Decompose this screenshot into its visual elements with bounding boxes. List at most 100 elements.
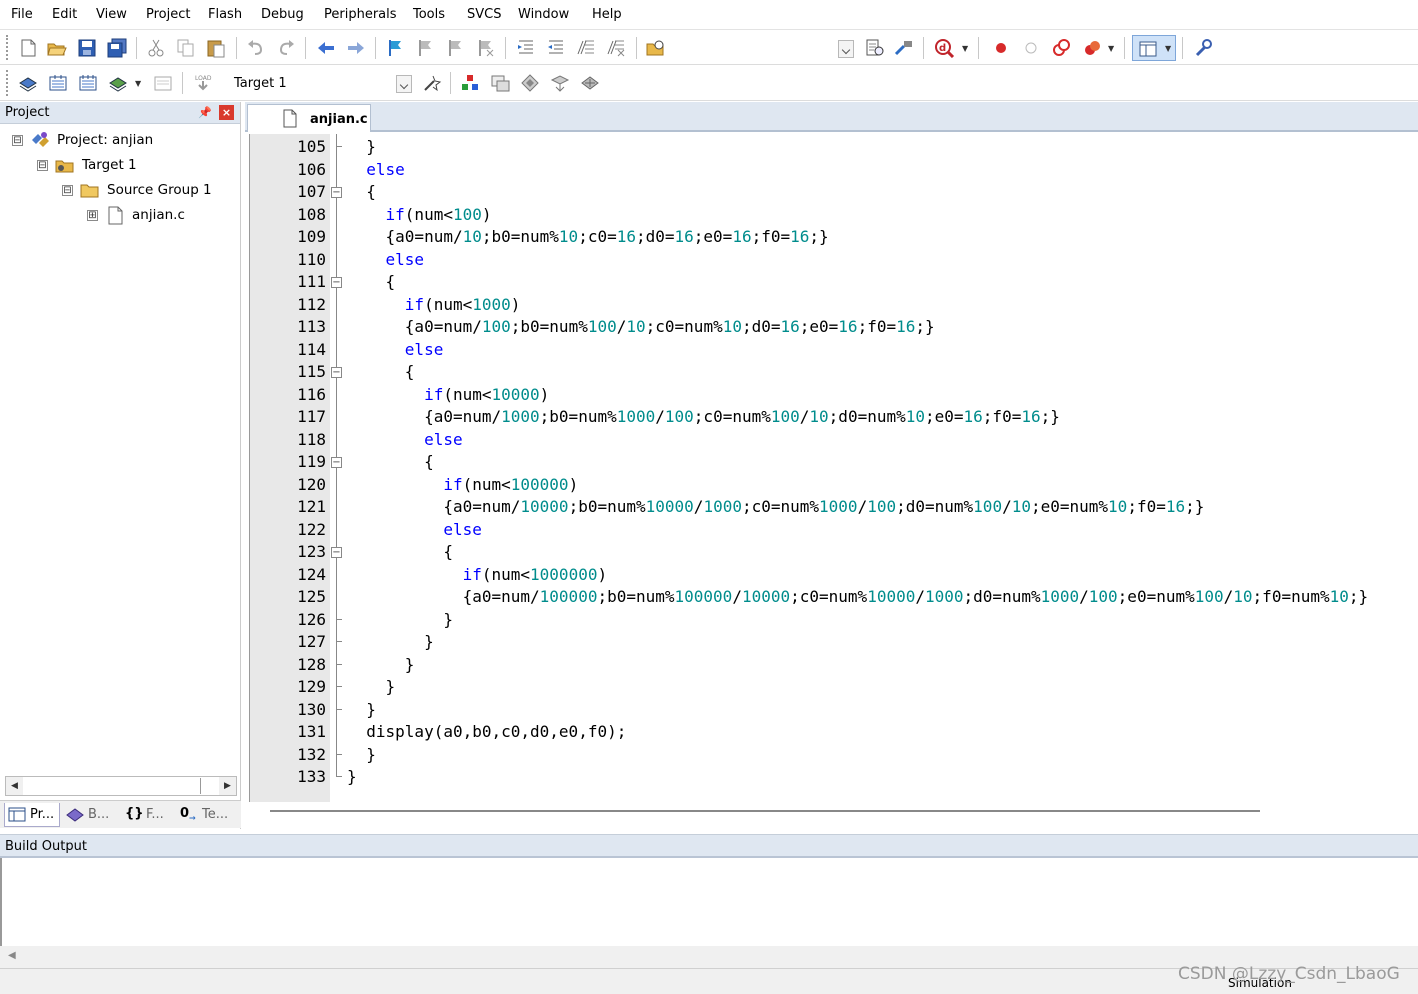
new-file-icon[interactable] (17, 38, 39, 58)
stop-build-icon[interactable] (152, 73, 174, 93)
breakpoint-dropdown-arrow[interactable]: ▼ (1108, 44, 1114, 53)
redo-icon[interactable] (275, 38, 297, 58)
configure-wrench-icon[interactable] (1192, 38, 1214, 58)
code-line[interactable]: if(num<1000000) (347, 564, 608, 586)
menu-svcs[interactable]: SVCS (467, 7, 501, 23)
window-layout-button[interactable]: ▼ (1132, 35, 1176, 61)
code-line[interactable]: { (347, 181, 376, 203)
menu-tools[interactable]: Tools (413, 7, 445, 23)
incremental-find-icon[interactable] (864, 38, 886, 58)
bookmark-clear-icon[interactable] (475, 38, 497, 58)
comment-icon[interactable] (575, 38, 597, 58)
select-software-packs-icon[interactable] (519, 73, 541, 93)
fold-collapse-icon[interactable]: − (331, 457, 342, 468)
bookmark-set-icon[interactable] (385, 38, 407, 58)
code-line[interactable]: {a0=num/100000;b0=num%100000/10000;c0=nu… (347, 586, 1369, 608)
code-line[interactable]: if(num<100) (347, 204, 492, 226)
code-line[interactable]: else (347, 249, 425, 271)
code-line[interactable]: } (347, 699, 376, 721)
save-icon[interactable] (76, 38, 98, 58)
code-line[interactable]: if(num<1000) (347, 294, 521, 316)
debug-session-icon[interactable]: d (933, 38, 955, 58)
menu-window[interactable]: Window (518, 7, 569, 23)
scroll-left-icon[interactable]: ◀ (8, 950, 16, 961)
bookmark-prev-icon[interactable] (415, 38, 437, 58)
expand-icon[interactable]: ⊞ (87, 210, 98, 221)
code-line[interactable]: else (347, 159, 405, 181)
menu-debug[interactable]: Debug (261, 7, 304, 23)
debug-dropdown-arrow[interactable]: ▼ (962, 44, 968, 53)
menu-view[interactable]: View (96, 7, 127, 23)
scroll-right-icon[interactable]: ▶ (219, 777, 236, 795)
paste-icon[interactable] (205, 38, 227, 58)
code-line[interactable]: { (347, 451, 434, 473)
code-line[interactable]: } (347, 631, 434, 653)
unindent-icon[interactable] (545, 38, 567, 58)
close-icon[interactable]: × (219, 105, 234, 120)
menu-flash[interactable]: Flash (208, 7, 242, 23)
code-line[interactable]: {a0=num/100;b0=num%100/10;c0=num%10;d0=1… (347, 316, 935, 338)
tab-functions[interactable]: {} F... (122, 803, 174, 827)
find-combo-dropdown[interactable] (838, 40, 854, 58)
breakpoint-icon[interactable] (990, 38, 1012, 58)
manage-rte-icon[interactable] (489, 73, 511, 93)
toolbar-grip-2[interactable] (6, 70, 10, 96)
batch-build-icon[interactable] (107, 73, 129, 93)
target-dropdown-arrow[interactable] (396, 75, 412, 93)
editor-hscrollbar[interactable] (270, 810, 1260, 812)
code-line[interactable]: {a0=num/10000;b0=num%10000/1000;c0=num%1… (347, 496, 1204, 518)
load-download-icon[interactable]: LOAD (192, 73, 214, 93)
code-line[interactable]: { (347, 361, 415, 383)
code-line[interactable]: } (347, 609, 453, 631)
uncomment-icon[interactable] (605, 38, 627, 58)
editor-tab-anjian-c[interactable]: anjian.c (247, 104, 371, 132)
fold-collapse-icon[interactable]: − (331, 277, 342, 288)
fold-collapse-icon[interactable]: − (331, 547, 342, 558)
menu-peripherals[interactable]: Peripherals (324, 7, 397, 23)
code-line[interactable]: if(num<10000) (347, 384, 549, 406)
open-file-icon[interactable] (46, 38, 68, 58)
menu-help[interactable]: Help (592, 7, 622, 23)
translate-icon[interactable] (17, 73, 39, 93)
code-line[interactable]: } (347, 654, 415, 676)
fold-collapse-icon[interactable]: − (331, 187, 342, 198)
file-extensions-icon[interactable] (459, 73, 481, 93)
code-line[interactable]: display(a0,b0,c0,d0,e0,f0); (347, 721, 626, 743)
build-icon[interactable] (47, 73, 69, 93)
code-line[interactable]: {a0=num/1000;b0=num%1000/100;c0=num%100/… (347, 406, 1060, 428)
bookmark-next-icon[interactable] (445, 38, 467, 58)
tab-templates[interactable]: 0→ Te... (177, 803, 237, 827)
tab-project[interactable]: Pr... (4, 803, 60, 827)
code-line[interactable]: } (347, 744, 376, 766)
code-line[interactable]: else (347, 519, 482, 541)
collapse-icon[interactable]: ⊟ (37, 160, 48, 171)
nav-forward-icon[interactable] (345, 38, 367, 58)
breakpoint-disable-icon[interactable] (1020, 38, 1042, 58)
collapse-icon[interactable]: ⊟ (62, 185, 73, 196)
multi-project-icon[interactable] (579, 73, 601, 93)
scroll-thumb[interactable] (23, 778, 201, 794)
code-line[interactable]: if(num<100000) (347, 474, 578, 496)
target-options-icon[interactable] (421, 73, 443, 93)
undo-icon[interactable] (245, 38, 267, 58)
batch-dropdown-arrow[interactable]: ▼ (135, 79, 141, 88)
pack-installer-icon[interactable] (549, 73, 571, 93)
rebuild-icon[interactable] (77, 73, 99, 93)
menu-project[interactable]: Project (146, 7, 190, 23)
code-line[interactable]: else (347, 429, 463, 451)
code-line[interactable]: } (347, 676, 396, 698)
save-all-icon[interactable] (106, 38, 128, 58)
code-line[interactable]: else (347, 339, 444, 361)
code-line[interactable]: } (347, 766, 357, 788)
copy-icon[interactable] (175, 38, 197, 58)
code-line[interactable]: { (347, 541, 453, 563)
toolbar-grip[interactable] (6, 35, 10, 60)
cut-icon[interactable] (145, 38, 167, 58)
code-line[interactable]: { (347, 271, 396, 293)
code-line[interactable]: } (347, 136, 376, 158)
nav-back-icon[interactable] (315, 38, 337, 58)
scroll-left-icon[interactable]: ◀ (6, 777, 23, 795)
code-line[interactable]: {a0=num/10;b0=num%10;c0=16;d0=16;e0=16;f… (347, 226, 829, 248)
pin-icon[interactable]: 📌 (198, 106, 212, 120)
menu-file[interactable]: File (11, 7, 33, 23)
